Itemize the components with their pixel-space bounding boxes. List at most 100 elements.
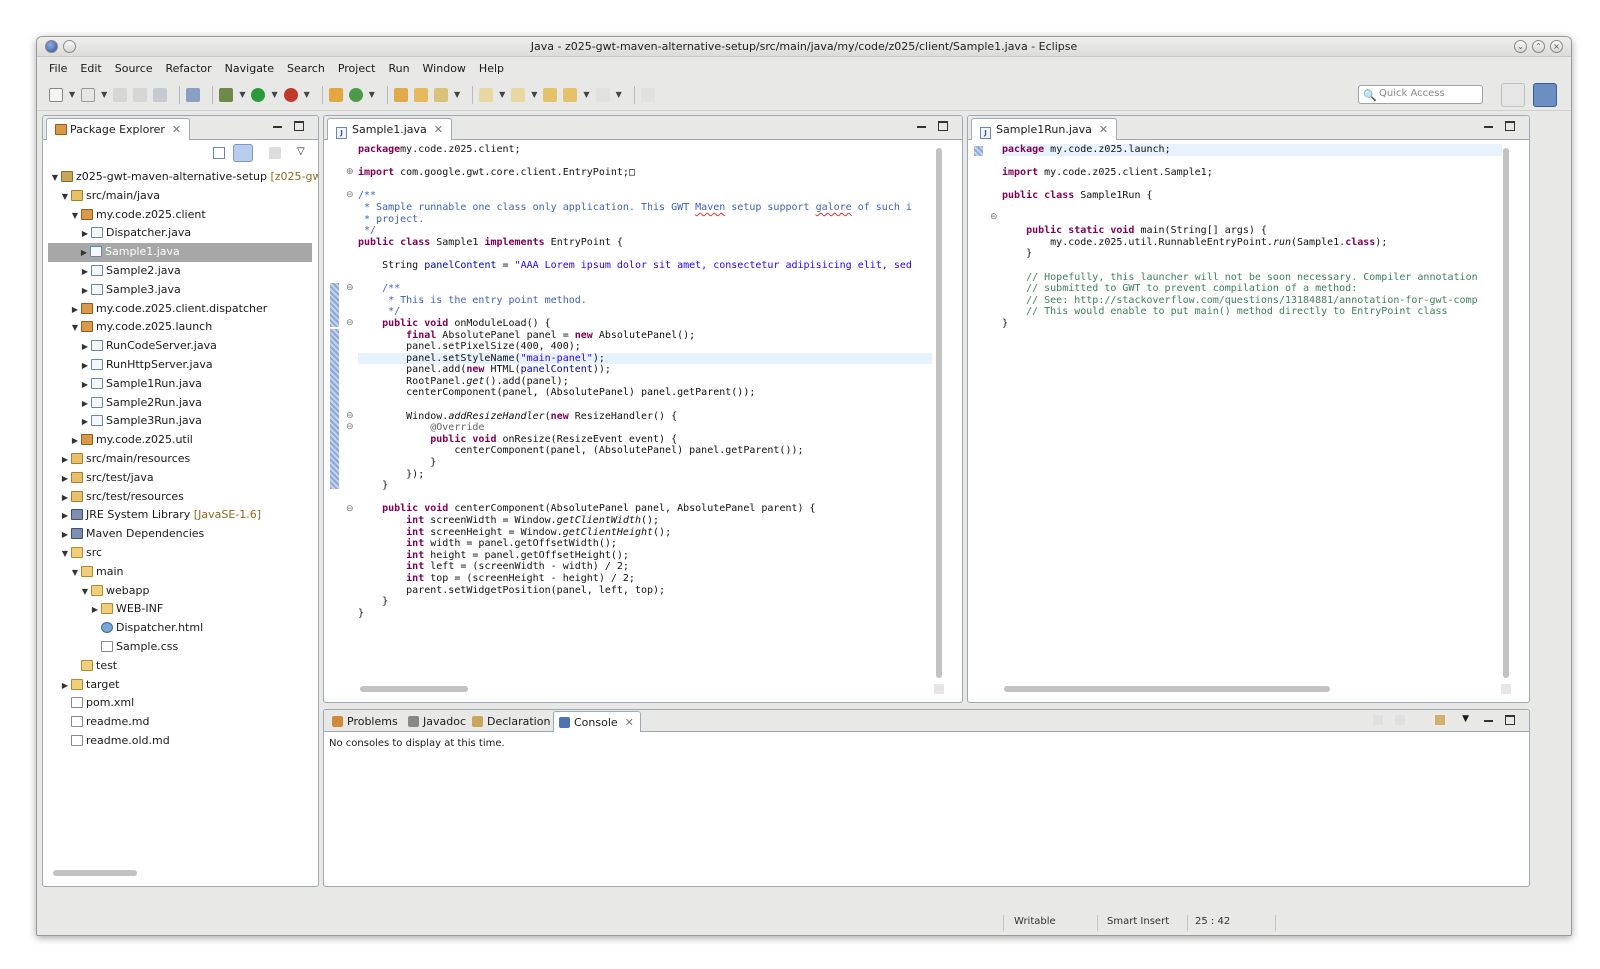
expanded-arrow-icon[interactable]: ▼ xyxy=(69,319,81,337)
fold-expand-icon[interactable]: ⊕ xyxy=(346,167,354,177)
maximize-window-icon[interactable]: ⌃ xyxy=(1532,40,1545,53)
menu-item-help[interactable]: Help xyxy=(479,62,504,75)
tree-item[interactable]: Dispatcher.html xyxy=(49,619,318,638)
code-line[interactable]: centerComponent(panel, (AbsolutePanel) p… xyxy=(358,445,932,457)
print-icon[interactable] xyxy=(153,87,168,102)
minimize-window-icon[interactable]: ⌄ xyxy=(1514,40,1527,53)
collapsed-arrow-icon[interactable]: ▶ xyxy=(79,225,91,243)
collapsed-arrow-icon[interactable]: ▶ xyxy=(59,526,71,544)
toggle-breakpoint-icon[interactable] xyxy=(186,87,201,102)
close-window-icon[interactable]: × xyxy=(1550,40,1563,53)
minimize-icon[interactable] xyxy=(1484,717,1493,722)
new-icon[interactable] xyxy=(49,87,63,102)
code-line[interactable]: } xyxy=(358,608,932,620)
code-line[interactable]: public class Sample1 implements EntryPoi… xyxy=(358,237,932,249)
tree-item[interactable]: ▶ Sample3Run.java xyxy=(49,412,318,431)
tree-item[interactable]: ▶ WEB-INF xyxy=(49,600,318,619)
tree-item[interactable]: ▶ my.code.z025.client.dispatcher xyxy=(49,300,318,319)
tree-item[interactable]: ▼ z025-gwt-maven-alternative-setup [z025-… xyxy=(49,168,318,187)
pin-console-icon[interactable] xyxy=(1373,715,1383,725)
quick-access-input[interactable]: 🔍 Quick Access xyxy=(1358,85,1483,104)
code-line[interactable]: public class Sample1Run { xyxy=(1002,190,1502,202)
code-line[interactable]: */ xyxy=(358,225,932,237)
close-icon[interactable]: ✕ xyxy=(1099,123,1108,136)
code-line[interactable] xyxy=(1002,202,1502,214)
tree-item[interactable]: ▼ src/main/java xyxy=(49,187,318,206)
code-line[interactable] xyxy=(358,272,932,284)
menu-item-run[interactable]: Run xyxy=(388,62,409,75)
code-line[interactable] xyxy=(1002,260,1502,272)
menu-item-file[interactable]: File xyxy=(49,62,67,75)
expanded-arrow-icon[interactable]: ▼ xyxy=(59,188,71,206)
last-edit-location-icon[interactable] xyxy=(543,87,558,102)
open-type-icon[interactable] xyxy=(393,87,408,102)
tree-item[interactable]: ▶ Sample3.java xyxy=(49,281,318,300)
tree-item[interactable]: ▶ RunCodeServer.java xyxy=(49,337,318,356)
code-line[interactable]: int height = panel.getOffsetHeight(); xyxy=(358,550,932,562)
run-icon[interactable] xyxy=(251,87,266,102)
code-line[interactable]: /** xyxy=(358,283,932,295)
minimize-icon[interactable] xyxy=(917,123,926,128)
tree-item[interactable]: ▶ RunHttpServer.java xyxy=(49,356,318,375)
collapsed-arrow-icon[interactable]: ▶ xyxy=(78,244,90,262)
horizontal-scrollbar[interactable] xyxy=(53,870,137,876)
horizontal-scrollbar[interactable] xyxy=(1004,686,1330,692)
code-line[interactable] xyxy=(358,399,932,411)
code-line[interactable]: int width = panel.getOffsetWidth(); xyxy=(358,538,932,550)
fold-collapse-icon[interactable]: ⊖ xyxy=(346,318,354,328)
code-line[interactable]: String panelContent = "AAA Lorem ipsum d… xyxy=(358,260,932,272)
code-area[interactable]: package my.code.z025.launch; import my.c… xyxy=(1002,144,1502,330)
maximize-icon[interactable] xyxy=(938,121,948,131)
expanded-arrow-icon[interactable]: ▼ xyxy=(69,564,81,582)
tree-item[interactable]: ▶ JRE System Library [JavaSE-1.6] xyxy=(49,506,318,525)
collapsed-arrow-icon[interactable]: ▶ xyxy=(79,376,91,394)
tab-console[interactable]: Console ✕ xyxy=(553,711,641,732)
menu-item-window[interactable]: Window xyxy=(423,62,466,75)
view-menu-icon[interactable]: ▽ xyxy=(297,146,305,157)
close-icon[interactable]: ✕ xyxy=(434,123,443,136)
expanded-arrow-icon[interactable]: ▼ xyxy=(49,169,61,187)
tree-item[interactable]: ▼ webapp xyxy=(49,582,318,601)
code-line[interactable]: import com.google.gwt.core.client.EntryP… xyxy=(358,167,932,179)
code-line[interactable]: public void onModuleLoad() { xyxy=(358,318,932,330)
run-external-tool-icon[interactable] xyxy=(283,87,298,102)
close-icon[interactable]: ✕ xyxy=(625,716,634,729)
tree-item[interactable]: ▶ target xyxy=(49,676,318,695)
code-line[interactable]: int screenHeight = Window.getClientHeigh… xyxy=(358,527,932,539)
tree-item[interactable]: ▶ src/test/resources xyxy=(49,488,318,507)
code-line[interactable]: * This is the entry point method. xyxy=(358,295,932,307)
tree-item[interactable]: ▶ Dispatcher.java xyxy=(49,224,318,243)
code-line[interactable]: */ xyxy=(358,306,932,318)
pin-editor-icon[interactable] xyxy=(640,87,655,102)
code-line[interactable]: // See: http://stackoverflow.com/questio… xyxy=(1002,295,1502,307)
new-type-icon[interactable] xyxy=(81,87,96,102)
close-icon[interactable]: ✕ xyxy=(172,123,181,136)
maximize-icon[interactable] xyxy=(1505,715,1515,725)
code-line[interactable] xyxy=(1002,214,1502,226)
forward-icon[interactable] xyxy=(595,87,610,102)
code-line[interactable]: panel.setPixelSize(400, 400); xyxy=(358,341,932,353)
tab-declaration[interactable]: Declaration xyxy=(467,711,556,732)
collapsed-arrow-icon[interactable]: ▶ xyxy=(79,413,91,431)
code-line[interactable]: RootPanel.get().add(panel); xyxy=(358,376,932,388)
tree-item[interactable]: ▶ src/main/resources xyxy=(49,450,318,469)
open-task-icon[interactable] xyxy=(413,87,428,102)
collapsed-arrow-icon[interactable]: ▶ xyxy=(79,357,91,375)
fold-collapse-icon[interactable]: ⊖ xyxy=(346,190,354,200)
tab-javadoc[interactable]: Javadoc xyxy=(403,711,472,732)
expanded-arrow-icon[interactable]: ▼ xyxy=(79,583,91,601)
collapsed-arrow-icon[interactable]: ▶ xyxy=(59,489,71,507)
code-line[interactable] xyxy=(1002,156,1502,168)
code-line[interactable]: int left = (screenWidth - width) / 2; xyxy=(358,561,932,573)
code-line[interactable]: int screenWidth = Window.getClientWidth(… xyxy=(358,515,932,527)
tree-item[interactable]: ▼ main xyxy=(49,563,318,582)
code-line[interactable]: public void onResize(ResizeEvent event) … xyxy=(358,434,932,446)
code-line[interactable] xyxy=(358,156,932,168)
link-with-editor-icon[interactable] xyxy=(233,144,253,162)
code-line[interactable]: import my.code.z025.client.Sample1; xyxy=(1002,167,1502,179)
open-console-icon[interactable] xyxy=(1435,715,1445,725)
tree-item[interactable]: readme.old.md xyxy=(49,732,318,751)
save-icon[interactable] xyxy=(113,87,128,102)
previous-annotation-icon[interactable] xyxy=(511,87,526,102)
fold-collapse-icon[interactable]: ⊖ xyxy=(346,411,354,421)
